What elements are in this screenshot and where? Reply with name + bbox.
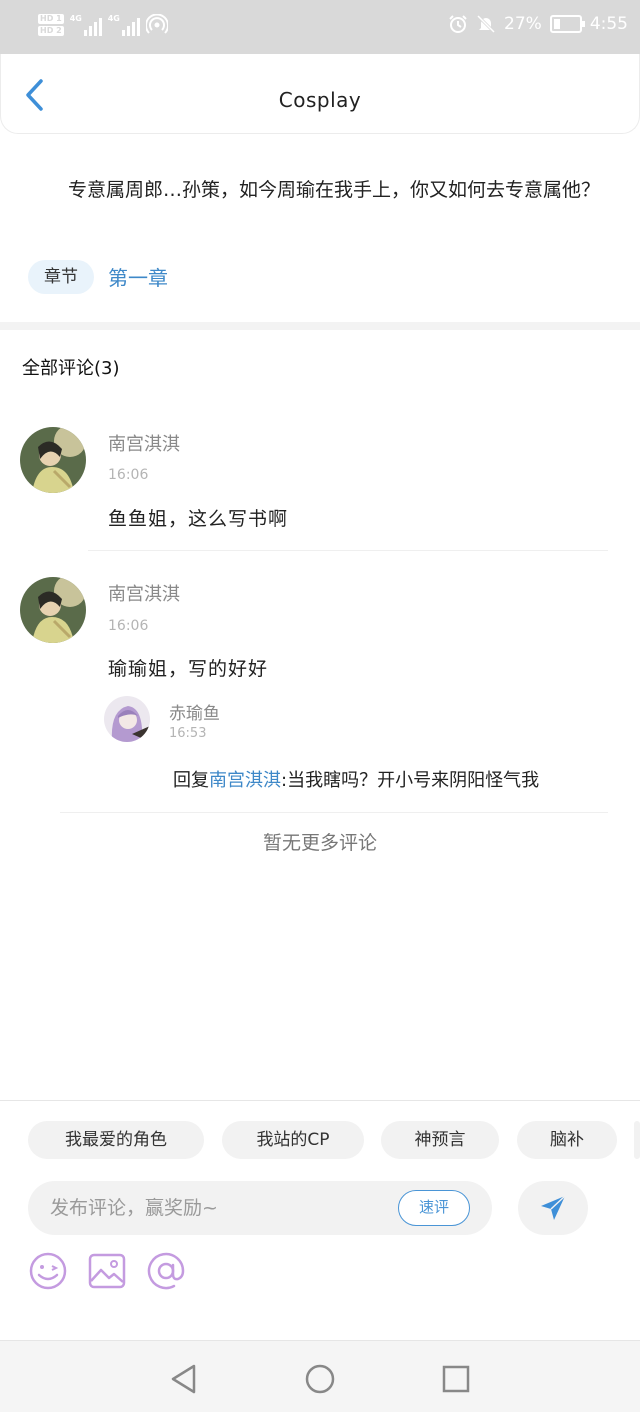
- topic-chip[interactable]: 脑补: [517, 1121, 617, 1159]
- topic-chip[interactable]: 我最爱的角色: [28, 1121, 204, 1159]
- chapter-link[interactable]: 第一章: [108, 262, 168, 291]
- comment-separator: [88, 550, 608, 551]
- battery-percent: 27%: [504, 14, 542, 34]
- recents-square-icon[interactable]: [440, 1363, 472, 1395]
- emoji-icon[interactable]: [28, 1251, 68, 1291]
- reply-mention[interactable]: 南宫淇淇: [209, 770, 281, 791]
- comment-separator: [60, 812, 608, 813]
- avatar[interactable]: [20, 577, 86, 643]
- comment-text[interactable]: 鱼鱼姐，这么写书啊: [108, 504, 288, 531]
- status-left: HD 1 HD 2 4G 4G: [38, 13, 169, 36]
- at-icon[interactable]: [146, 1251, 186, 1291]
- comment-username[interactable]: 南宫淇淇: [108, 580, 180, 606]
- send-icon: [541, 1195, 566, 1220]
- comments-title: 全部评论(3): [22, 358, 120, 379]
- comment-text[interactable]: 瑜瑜姐，写的好好: [108, 654, 268, 681]
- image-icon[interactable]: [87, 1251, 127, 1291]
- reply-time: 16:53: [169, 726, 207, 741]
- page-title: Cosplay: [278, 88, 362, 112]
- intro-text: 专意属周郎…孙策，如今周瑜在我手上，你又如何去专意属他？: [68, 179, 601, 201]
- header: Cosplay: [0, 54, 640, 134]
- hd-badge-1: HD 1: [38, 14, 64, 24]
- comment-username[interactable]: 南宫淇淇: [108, 430, 180, 456]
- comment-composer: 我最爱的角色 我站的CP 神预言 脑补 速评: [0, 1100, 640, 1340]
- status-bar: HD 1 HD 2 4G 4G 27% ⚡ 4:55: [0, 0, 640, 54]
- comment-input-box: 速评: [28, 1181, 492, 1235]
- section-divider: [0, 322, 640, 330]
- quick-review-button[interactable]: 速评: [398, 1190, 470, 1226]
- signal-icon: 4G: [70, 14, 102, 36]
- reply-prefix: 回复: [173, 770, 209, 791]
- comment-input[interactable]: [50, 1181, 390, 1235]
- reply-avatar[interactable]: [104, 696, 150, 742]
- send-button[interactable]: [518, 1181, 588, 1235]
- back-triangle-icon[interactable]: [168, 1363, 200, 1395]
- alarm-icon: [449, 15, 467, 33]
- reply-body: 当我瞎吗？开小号来阴阳怪气我: [287, 770, 540, 791]
- wifi-hotspot-icon: [144, 13, 169, 36]
- avatar[interactable]: [20, 427, 86, 493]
- status-time: 4:55: [589, 14, 628, 34]
- signal-icon: 4G: [108, 14, 140, 36]
- topic-chip[interactable]: 神预言: [381, 1121, 499, 1159]
- topic-chip[interactable]: 我站的CP: [222, 1121, 364, 1159]
- comment-time: 16:06: [108, 618, 149, 634]
- system-navigation-bar: [0, 1340, 640, 1412]
- chapter-tag: 章节: [28, 260, 94, 294]
- reply-text[interactable]: 回复南宫淇淇:当我瞎吗？开小号来阴阳怪气我: [173, 766, 539, 792]
- status-right: 27% ⚡ 4:55: [448, 14, 628, 34]
- home-circle-icon[interactable]: [304, 1363, 336, 1395]
- mute-icon: [476, 14, 496, 34]
- topic-chip-overflow[interactable]: [634, 1121, 640, 1159]
- no-more-comments: 暂无更多评论: [262, 832, 377, 854]
- comment-time: 16:06: [108, 467, 149, 483]
- hd-badges: HD 1 HD 2: [38, 14, 64, 36]
- battery-charging-icon: ⚡: [549, 15, 585, 33]
- hd-badge-2: HD 2: [38, 26, 64, 36]
- reply-username[interactable]: 赤瑜鱼: [169, 699, 220, 724]
